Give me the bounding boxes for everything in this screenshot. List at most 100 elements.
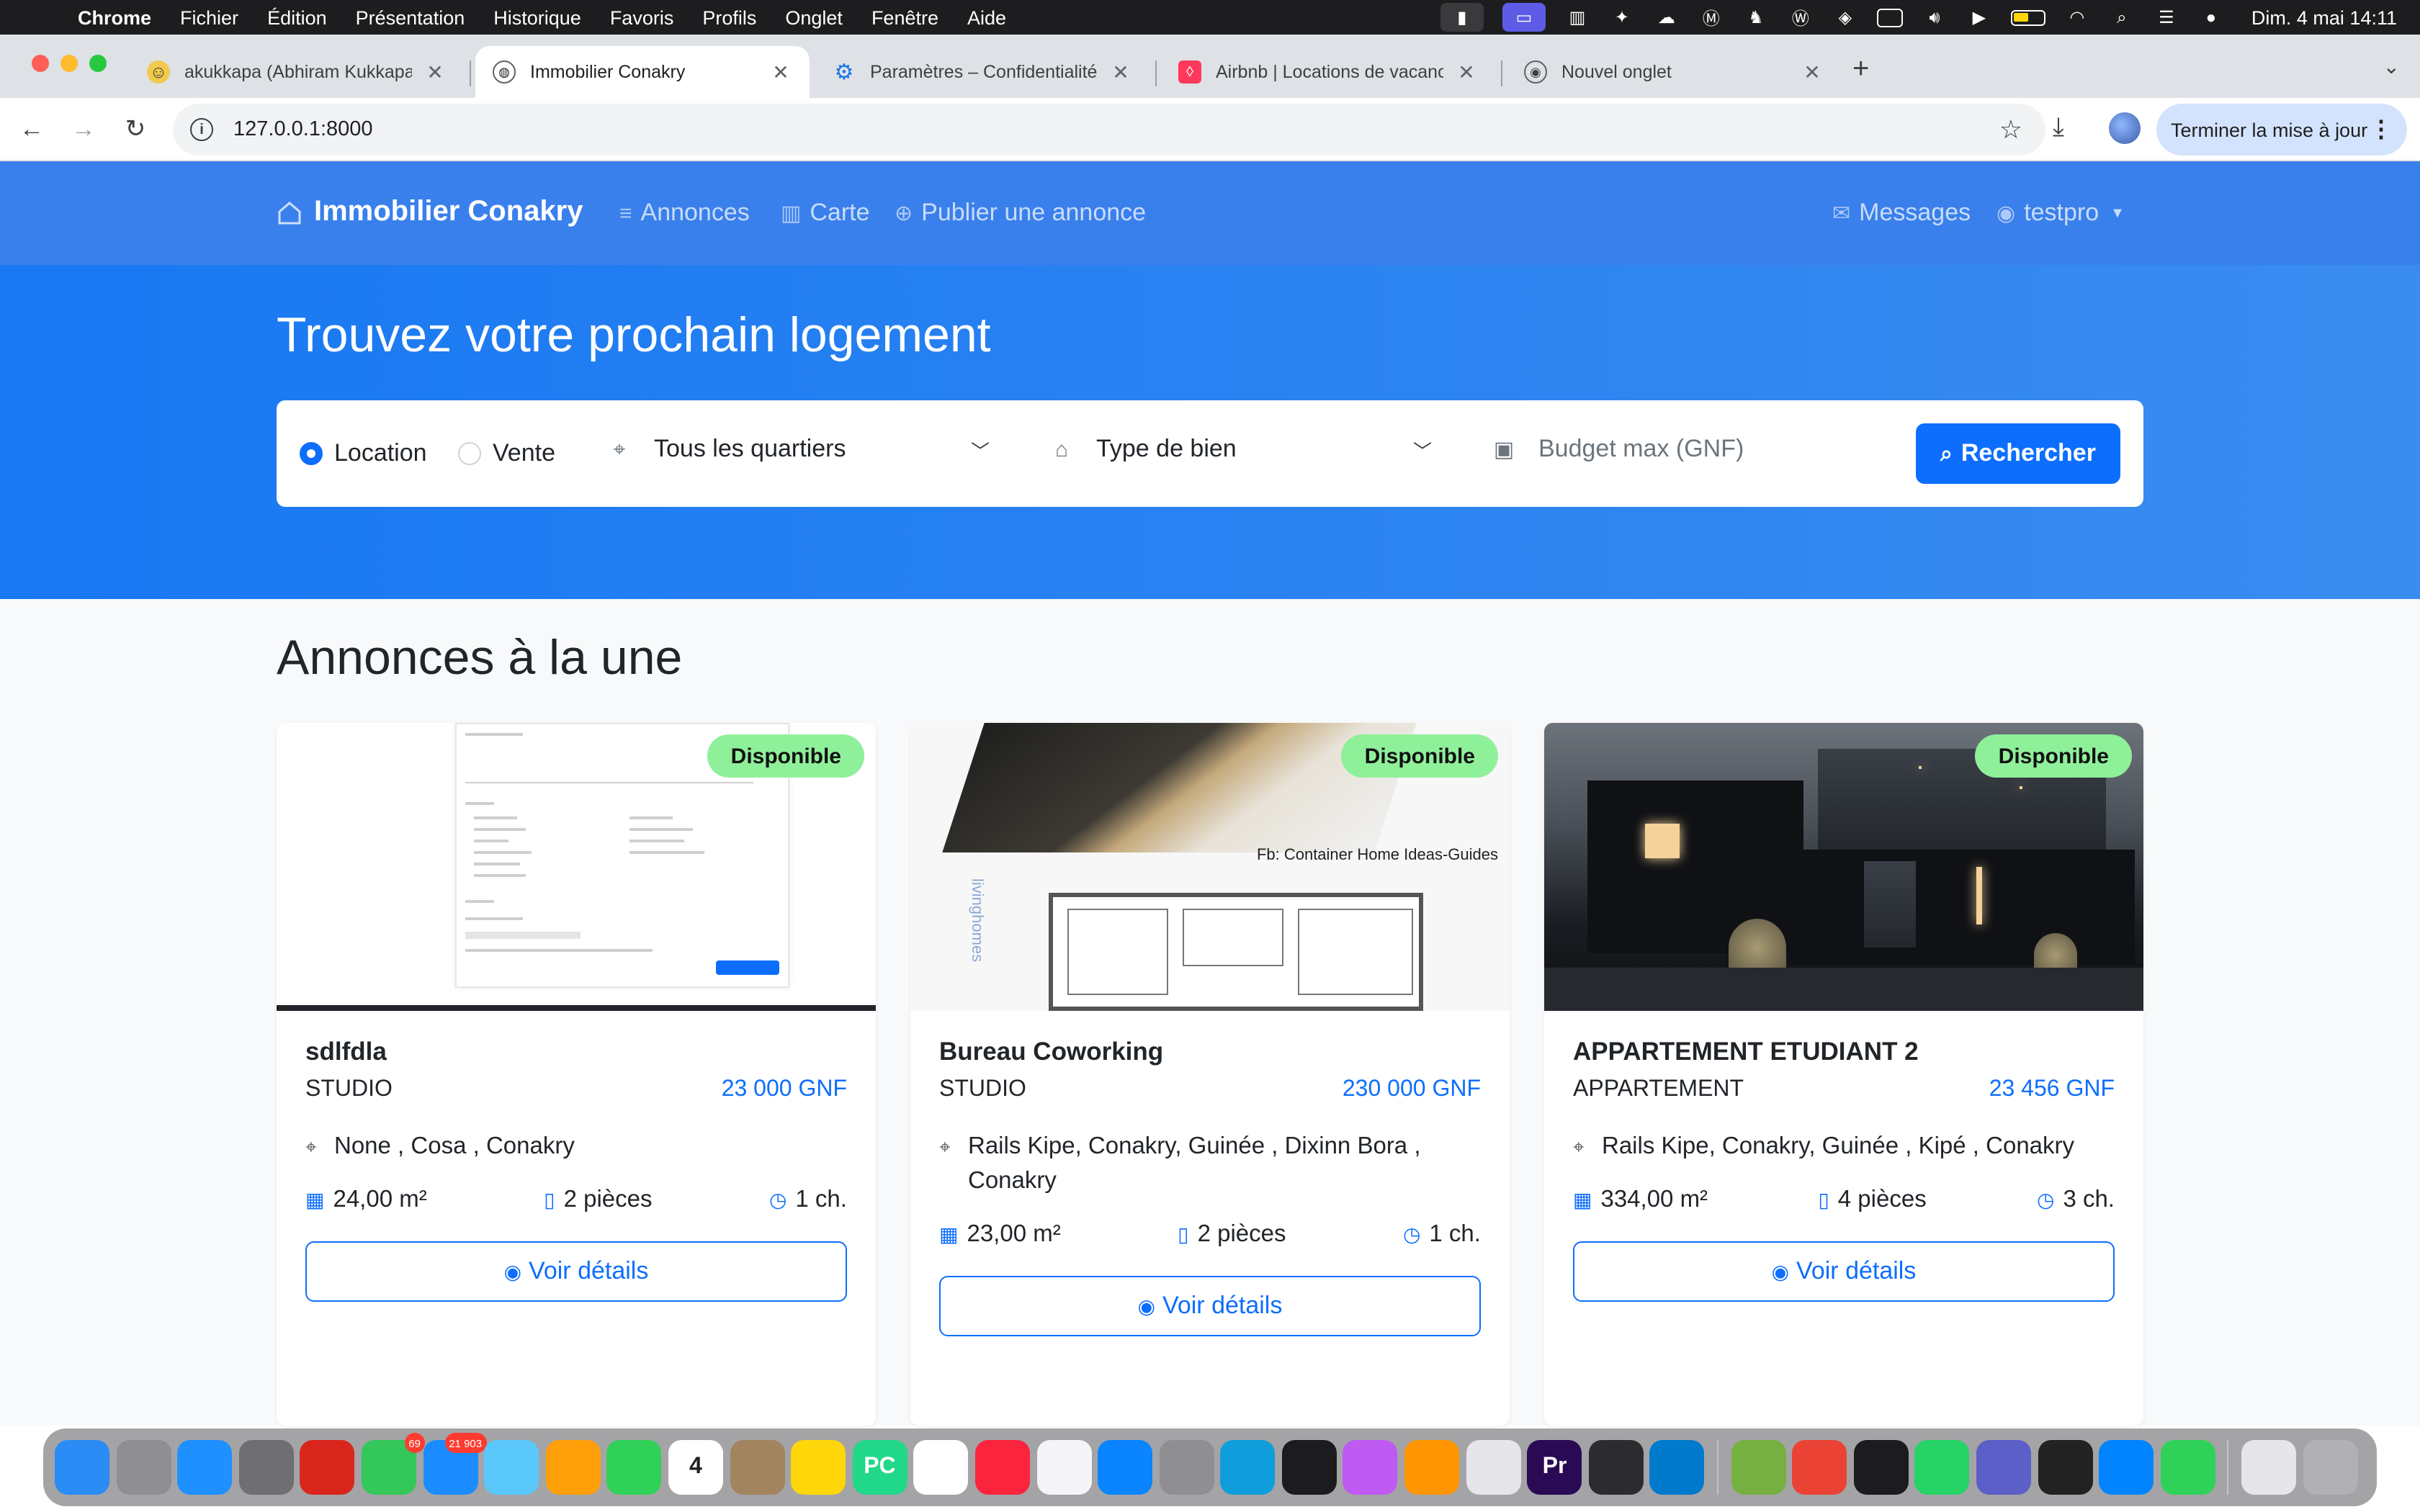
dock-pages-icon[interactable] [1404, 1440, 1460, 1495]
profile-avatar[interactable] [2109, 112, 2141, 144]
dock-screenshot-icon[interactable] [238, 1440, 294, 1495]
nav-link-messages[interactable]: ✉ Messages [1832, 199, 1971, 228]
dock-system-settings-icon[interactable] [1159, 1440, 1214, 1495]
dock-feedback-icon[interactable] [1343, 1440, 1398, 1495]
radio-location-indicator[interactable] [300, 442, 323, 465]
close-tab-icon[interactable]: ✕ [1455, 60, 1478, 84]
close-tab-icon[interactable]: ✕ [424, 60, 447, 84]
listing-image[interactable]: Disponible [277, 723, 876, 1011]
dock-app-store-icon[interactable] [1098, 1440, 1153, 1495]
view-details-button[interactable]: ◉ Voir détails [305, 1241, 847, 1302]
tab-search-chevron-icon[interactable]: ⌄ [2383, 55, 2400, 79]
dock-premiere-pro-icon[interactable]: Pr [1527, 1440, 1582, 1495]
menu-edition[interactable]: Édition [267, 6, 327, 28]
menu-fichier[interactable]: Fichier [180, 6, 238, 28]
nav-link-carte[interactable]: ▥ Carte [781, 199, 870, 228]
dock-photos-icon[interactable] [545, 1440, 601, 1495]
wordpress-icon[interactable]: Ⓦ [1788, 7, 1814, 28]
forward-arrow-icon[interactable]: → [66, 112, 101, 147]
listing-image[interactable]: Disponible [1544, 723, 2143, 1011]
menu-presentation[interactable]: Présentation [356, 6, 465, 28]
dock-messages-icon[interactable]: 69 [361, 1433, 425, 1495]
close-tab-icon[interactable]: ✕ [769, 60, 792, 84]
user-menu-dropdown[interactable]: ◉ testpro ▼ [1996, 199, 2125, 228]
m-app-icon[interactable]: Ⓜ [1698, 7, 1724, 28]
dock-finder-icon[interactable] [55, 1440, 109, 1495]
listing-image[interactable]: Fb: Container Home Ideas-Guides livingho… [910, 723, 1510, 1011]
listing-title[interactable]: APPARTEMENT ETUDIANT 2 [1573, 1037, 1919, 1067]
tab-new-tab[interactable]: ◉ Nouvel onglet ✕ [1507, 46, 1841, 98]
search-button[interactable]: ⌕ Rechercher [1916, 423, 2120, 484]
budget-input[interactable]: ▣ Budget max (GNF) [1489, 435, 1887, 464]
listing-title[interactable]: Bureau Coworking [939, 1037, 1163, 1067]
dock-facetime-icon[interactable] [606, 1440, 662, 1495]
dock-facetime-2-icon[interactable] [2160, 1440, 2215, 1495]
listing-card[interactable]: Disponible APPARTEMENT ETUDIANT 2 APPART… [1544, 723, 2143, 1426]
dock-unity-icon[interactable] [2038, 1440, 2093, 1495]
volume-icon[interactable]: 🔊︎ [1922, 6, 1948, 27]
finish-update-button[interactable]: Terminer la mise à jour ⋮ [2156, 104, 2407, 156]
dock-activity-icon[interactable] [1588, 1440, 1644, 1495]
menu-onglet[interactable]: Onglet [785, 6, 843, 28]
dock-chatgpt-icon[interactable] [1281, 1440, 1337, 1495]
address-bar[interactable]: i 127.0.0.1:8000 ☆ [173, 104, 2045, 156]
tab-github[interactable]: ☺ akukkapa (Abhiram Kukkapalli) ✕ [130, 46, 464, 98]
nav-link-publier[interactable]: ⊕ Publier une annonce [895, 199, 1146, 228]
dock-terminal-icon[interactable] [1853, 1440, 1909, 1495]
site-brand[interactable]: Immobilier Conakry [277, 196, 583, 229]
menu-fenetre[interactable]: Fenêtre [871, 6, 938, 28]
menu-favoris[interactable]: Favoris [610, 6, 674, 28]
dock-utorrent-icon[interactable] [1731, 1440, 1786, 1495]
dock-music-icon[interactable] [974, 1440, 1030, 1495]
radio-vente[interactable]: Vente [458, 439, 555, 468]
dock-teams-icon[interactable] [1976, 1440, 2031, 1495]
minimize-window-button[interactable] [60, 55, 78, 72]
menu-historique[interactable]: Historique [493, 6, 581, 28]
dock-chrome-icon[interactable] [1792, 1440, 1847, 1495]
dock-trash-icon[interactable] [2303, 1440, 2358, 1495]
download-icon[interactable]: ⤓ [2053, 112, 2064, 143]
display-icon[interactable] [1876, 8, 1903, 27]
dock-whatsapp-icon[interactable] [1914, 1440, 1970, 1495]
dock-launchpad-icon[interactable] [116, 1440, 171, 1495]
dock-contacts-icon[interactable] [730, 1440, 785, 1495]
tab-chrome-settings[interactable]: ⚙ Paramètres – Confidentialité et sécuri… [815, 46, 1150, 98]
view-details-button[interactable]: ◉ Voir détails [1573, 1241, 2115, 1302]
budget-placeholder[interactable]: Budget max (GNF) [1538, 435, 1744, 464]
battery-icon[interactable] [2010, 9, 2045, 25]
control-center-icon[interactable]: ☰ [2154, 7, 2179, 27]
dock-notes-icon[interactable] [791, 1440, 846, 1495]
listing-card[interactable]: Disponible sdlfdla STUDIO 23 000 GNF ⌖ N… [277, 723, 876, 1426]
dock-preview-icon[interactable] [1466, 1440, 1521, 1495]
zoom-window-button[interactable] [89, 55, 107, 72]
menu-app-name[interactable]: Chrome [78, 6, 151, 28]
listing-title[interactable]: sdlfdla [305, 1037, 387, 1067]
menubar-clock[interactable]: Dim. 4 mai 14:11 [2251, 6, 2397, 28]
tab-airbnb[interactable]: ◊ Airbnb | Locations de vacances ✕ [1161, 46, 1495, 98]
layers-icon[interactable]: ◈ [1832, 7, 1858, 27]
reload-icon[interactable]: ↻ [118, 112, 153, 147]
dock-vs-code-icon[interactable] [1649, 1440, 1705, 1495]
quartier-select[interactable]: ⌖ Tous les quartiers ﹀ [605, 435, 1003, 464]
siri-icon[interactable]: ● [2198, 7, 2224, 27]
menu-aide[interactable]: Aide [967, 6, 1006, 28]
back-arrow-icon[interactable]: ← [14, 112, 49, 147]
dock-pycharm-icon[interactable]: PC [852, 1440, 908, 1495]
type-bien-select[interactable]: ⌂ Type de bien ﹀ [1047, 435, 1445, 464]
video-camera-icon[interactable]: ▮ [1440, 3, 1484, 32]
more-menu-icon[interactable]: ⋮ [2370, 115, 2393, 144]
bookmark-star-icon[interactable]: ☆ [1999, 115, 2022, 145]
dock-messenger-icon[interactable] [2099, 1440, 2154, 1495]
site-info-icon[interactable]: i [190, 118, 213, 141]
gamepad-icon[interactable]: ✦ [1609, 7, 1635, 27]
radio-location[interactable]: Location [300, 439, 427, 468]
dock-maps-icon[interactable] [484, 1440, 539, 1495]
dock-acrobat-icon[interactable] [300, 1440, 355, 1495]
dock-calendar-icon[interactable]: 4 [668, 1440, 723, 1495]
dock-news-icon[interactable] [1036, 1440, 1091, 1495]
bot-icon[interactable]: ♞ [1743, 7, 1769, 27]
close-tab-icon[interactable]: ✕ [1801, 60, 1824, 84]
dock-safari-icon[interactable] [177, 1440, 233, 1495]
screen-mirroring-icon[interactable]: ▭ [1502, 3, 1546, 32]
dock-freeform-icon[interactable] [913, 1440, 969, 1495]
